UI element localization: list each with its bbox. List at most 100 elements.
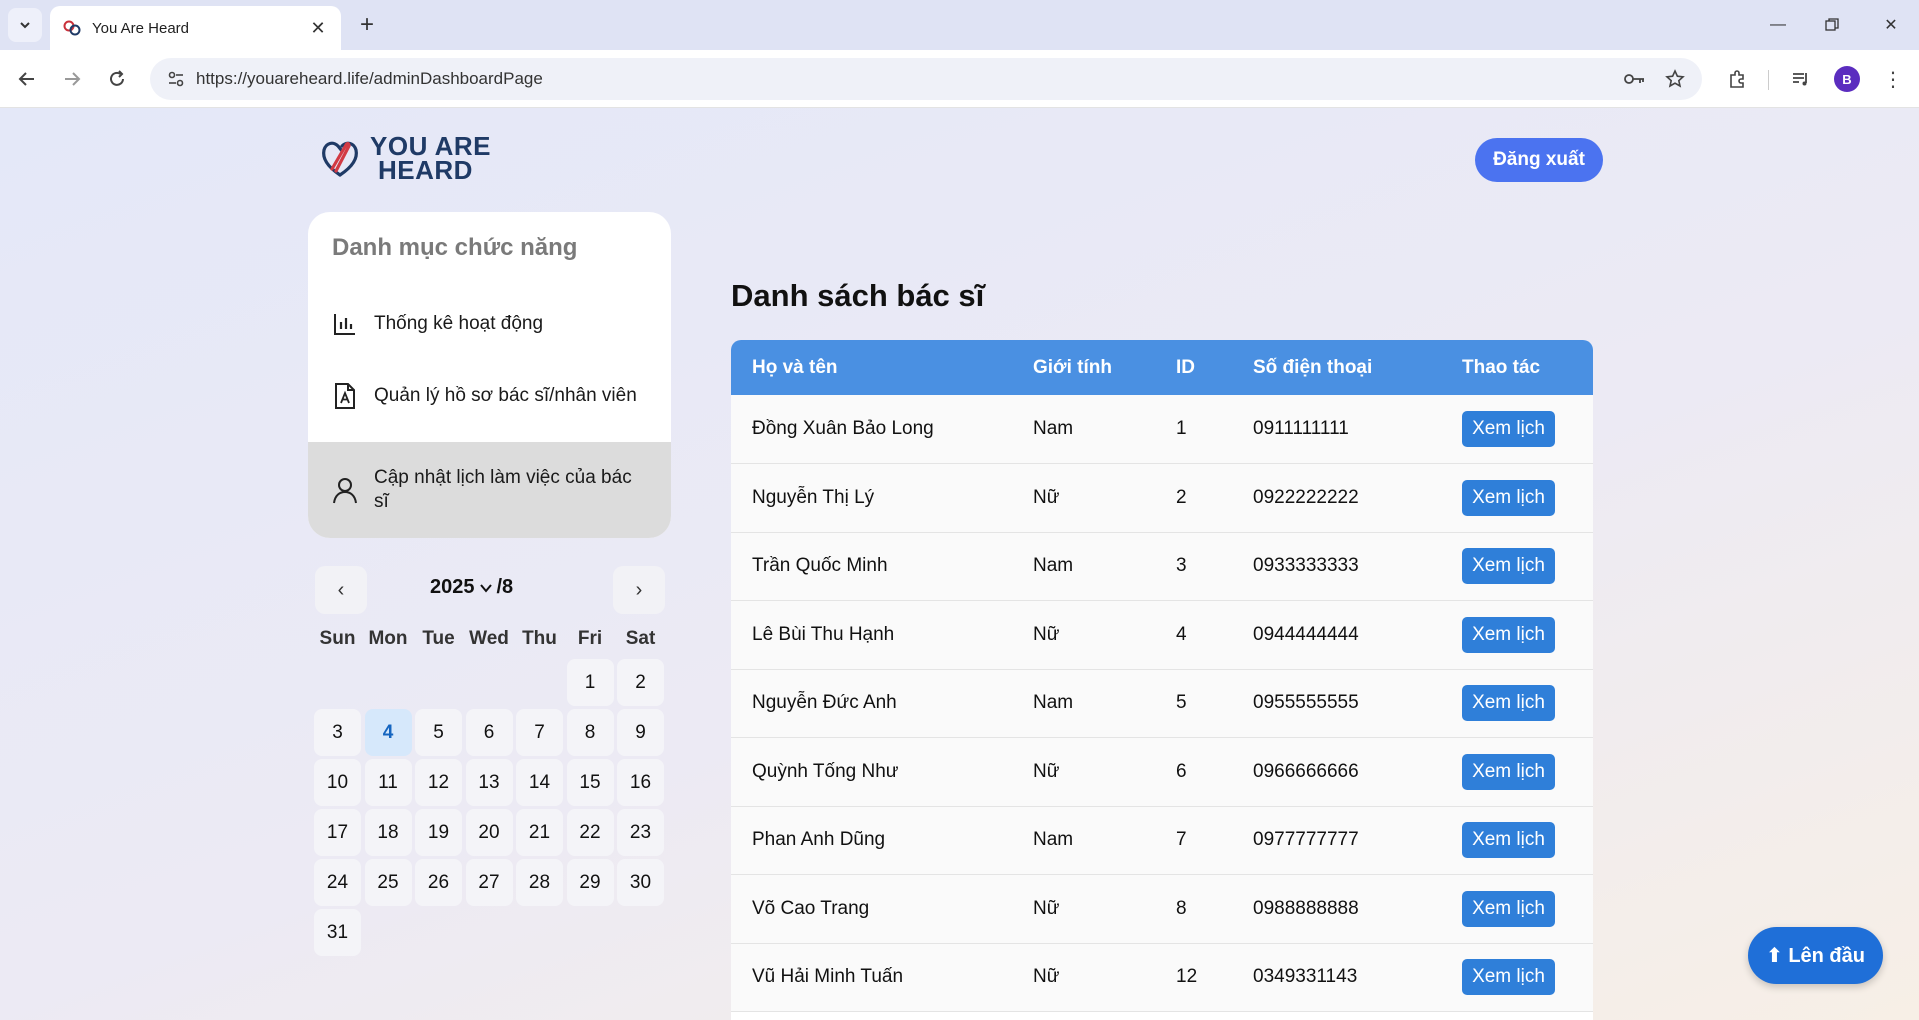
chevron-down-icon[interactable] [479, 581, 493, 595]
calendar-day[interactable]: 14 [516, 759, 563, 806]
calendar-day[interactable]: 17 [314, 809, 361, 856]
cell-actions: Xem lịch [1441, 875, 1593, 944]
calendar-day[interactable]: 3 [314, 709, 361, 756]
calendar-day[interactable]: 25 [364, 859, 412, 906]
calendar-day[interactable]: 30 [617, 859, 664, 906]
cell-id: 8 [1176, 897, 1187, 919]
back-icon[interactable] [10, 62, 44, 96]
calendar-next-button[interactable]: › [613, 566, 665, 614]
table-row: Nguyễn Đức Anh Nam 5 0955555555 Xem lịch [731, 669, 1593, 738]
logo-mark-icon [322, 141, 358, 177]
logo-line-2: HEARD [378, 155, 473, 185]
cell-phone: 0988888888 [1253, 897, 1359, 919]
calendar-day[interactable]: 31 [314, 909, 361, 956]
sidebar-item-staff-profiles[interactable]: Quản lý hồ sơ bác sĩ/nhân viên [308, 350, 671, 442]
cell-gender: Nữ [1033, 966, 1060, 988]
logo-wordmark: YOU ARE HEARD [370, 133, 491, 185]
new-tab-icon[interactable]: + [352, 10, 382, 40]
calendar-day[interactable]: 1 [566, 659, 614, 706]
cell-id: 5 [1176, 692, 1187, 714]
calendar-day[interactable]: 16 [617, 759, 664, 806]
calendar-day[interactable]: 22 [566, 809, 614, 856]
cell-actions: Xem lịch [1441, 395, 1593, 464]
cell-gender: Nữ [1033, 623, 1060, 645]
sidebar-item-doctor-schedule[interactable]: Cập nhật lịch làm việc của bác sĩ [308, 442, 671, 538]
cell-name: Phan Anh Dũng [752, 829, 886, 851]
calendar-day[interactable]: 29 [566, 859, 614, 906]
calendar-weekday: Fri [577, 628, 603, 649]
profile-avatar[interactable]: B [1830, 62, 1864, 96]
cell-id: 1 [1176, 418, 1187, 439]
menu-kebab-icon[interactable]: ⋮ [1876, 62, 1910, 96]
site-info-icon[interactable] [156, 58, 196, 100]
calendar-day[interactable]: 11 [364, 759, 412, 806]
column-header-id: ID [1176, 356, 1195, 378]
view-schedule-button[interactable]: Xem lịch [1462, 616, 1555, 653]
calendar-day[interactable]: 21 [516, 809, 563, 856]
site-logo[interactable]: YOU ARE HEARD [318, 133, 491, 185]
calendar-day[interactable]: 18 [364, 809, 412, 856]
calendar-day[interactable]: 26 [415, 859, 462, 906]
tab-close-icon[interactable]: ✕ [307, 17, 329, 39]
view-schedule-button[interactable]: Xem lịch [1462, 548, 1555, 585]
calendar-day[interactable]: 24 [314, 859, 361, 906]
table-row: Đồng Xuân Bảo Long Nam 1 0911111111 Xem lịch [731, 395, 1593, 464]
scroll-to-top-button[interactable]: ⬆ Lên đầu [1748, 927, 1883, 984]
media-controls-icon[interactable] [1784, 62, 1818, 96]
cell-gender: Nữ [1033, 486, 1060, 508]
password-key-icon[interactable] [1620, 64, 1650, 94]
view-schedule-button[interactable]: Xem lịch [1462, 890, 1555, 927]
calendar-blank [415, 659, 462, 706]
tab-search-button[interactable] [8, 8, 42, 42]
cell-name: Vũ Hải Minh Tuấn [752, 966, 904, 988]
view-schedule-button[interactable]: Xem lịch [1462, 822, 1555, 859]
calendar-day[interactable]: 15 [566, 759, 614, 806]
calendar-day-today[interactable]: 4 [364, 709, 412, 756]
browser-tab[interactable]: You Are Heard ✕ [50, 6, 341, 50]
cell-phone: 0966666666 [1253, 760, 1359, 782]
address-bar[interactable]: https://youareheard.life/adminDashboardP… [150, 58, 1702, 100]
calendar-day[interactable]: 9 [617, 709, 664, 756]
cell-name: Nguyễn Thị Lý [752, 486, 875, 508]
cell-name: Nguyễn Đức Anh [752, 692, 897, 714]
calendar-year-select[interactable]: 2025 [430, 576, 475, 599]
calendar-day[interactable]: 28 [516, 859, 563, 906]
calendar-day[interactable]: 7 [516, 709, 563, 756]
calendar-day[interactable]: 5 [415, 709, 462, 756]
cell-actions: Xem lịch [1441, 806, 1593, 875]
cell-id: 6 [1176, 760, 1187, 782]
cell-phone: 0977777777 [1253, 829, 1359, 851]
view-schedule-button[interactable]: Xem lịch [1462, 411, 1555, 447]
browser-tabbar: You Are Heard ✕ + — ✕ [0, 0, 1919, 50]
logout-button[interactable]: Đăng xuất [1475, 138, 1603, 182]
calendar-day[interactable]: 27 [465, 859, 513, 906]
cell-id: 2 [1176, 486, 1187, 508]
reload-icon[interactable] [100, 62, 134, 96]
cell-id: 12 [1176, 966, 1198, 988]
view-schedule-button[interactable]: Xem lịch [1462, 685, 1555, 722]
calendar-day[interactable]: 12 [415, 759, 462, 806]
calendar-day[interactable]: 23 [617, 809, 664, 856]
calendar-prev-button[interactable]: ‹ [315, 566, 367, 614]
restore-icon[interactable] [1812, 8, 1852, 42]
table-row: Trần Quốc Minh Nam 3 0933333333 Xem lịch [731, 532, 1593, 601]
minimize-icon[interactable]: — [1758, 8, 1798, 42]
table-row: Vũ Hải Minh Tuấn Nữ 12 0349331143 Xem lịch [731, 943, 1593, 1012]
calendar-day[interactable]: 6 [465, 709, 513, 756]
sidebar-item-statistics[interactable]: Thống kê hoạt động [308, 298, 671, 350]
view-schedule-button[interactable]: Xem lịch [1462, 959, 1555, 996]
calendar-day[interactable]: 13 [465, 759, 513, 806]
tab-title: You Are Heard [92, 19, 190, 37]
calendar-day[interactable]: 2 [617, 659, 664, 706]
extensions-icon[interactable] [1720, 62, 1754, 96]
view-schedule-button[interactable]: Xem lịch [1462, 479, 1555, 516]
forward-icon[interactable] [55, 62, 89, 96]
calendar-day[interactable]: 10 [314, 759, 361, 806]
close-window-icon[interactable]: ✕ [1871, 8, 1911, 42]
calendar-day[interactable]: 19 [415, 809, 462, 856]
view-schedule-button[interactable]: Xem lịch [1462, 753, 1555, 790]
calendar-day[interactable]: 20 [465, 809, 513, 856]
calendar-day[interactable]: 8 [566, 709, 614, 756]
bookmark-star-icon[interactable] [1660, 64, 1690, 94]
calendar-blank [466, 659, 513, 706]
